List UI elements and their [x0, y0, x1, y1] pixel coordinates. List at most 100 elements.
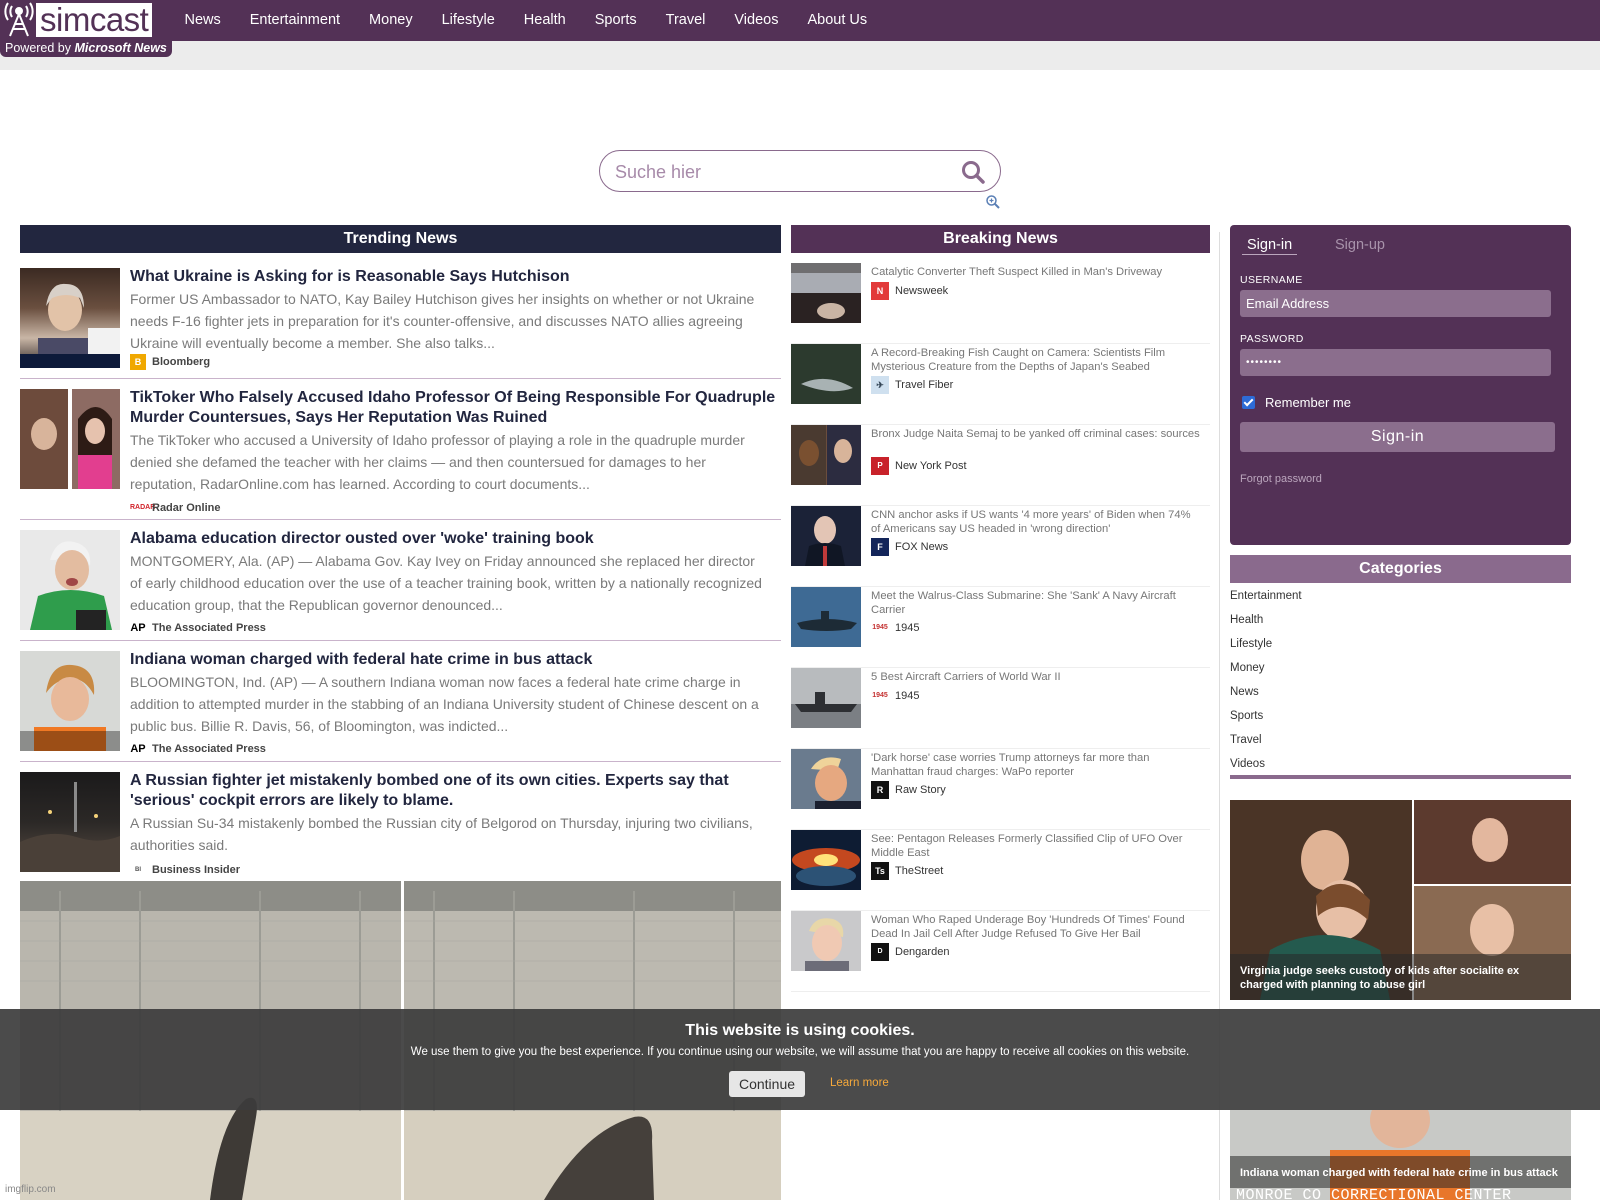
breaking-source: D Dengarden [871, 943, 949, 961]
search-input[interactable] [615, 159, 935, 185]
breaking-title[interactable]: Catalytic Converter Theft Suspect Killed… [871, 265, 1202, 279]
breaking-item[interactable]: 'Dark horse' case worries Trump attorney… [791, 749, 1210, 830]
trending-thumbnail[interactable] [20, 268, 120, 368]
tab-sign-up[interactable]: Sign-up [1330, 235, 1390, 255]
nav-health[interactable]: Health [509, 0, 580, 41]
nav-news[interactable]: News [170, 0, 235, 41]
breaking-item[interactable]: Bronx Judge Naita Semaj to be yanked off… [791, 425, 1210, 506]
trending-item[interactable]: A Russian fighter jet mistakenly bombed … [20, 772, 781, 880]
breaking-item[interactable]: Catalytic Converter Theft Suspect Killed… [791, 263, 1210, 344]
password-label: PASSWORD [1240, 333, 1304, 345]
category-health[interactable]: Health [1230, 608, 1571, 632]
top-navbar: simcast News Entertainment Money Lifesty… [0, 0, 1600, 41]
trending-title[interactable]: A Russian fighter jet mistakenly bombed … [130, 771, 781, 811]
trending-description: MONTGOMERY, Ala. (AP) — Alabama Gov. Kay… [130, 553, 762, 613]
trending-source-name: Radar Online [152, 502, 221, 514]
breaking-thumbnail[interactable] [791, 749, 861, 809]
sidebar-promo[interactable]: Indiana woman charged with federal hate … [1230, 1110, 1571, 1200]
simcast-logo[interactable]: simcast [4, 2, 153, 38]
trending-title[interactable]: What Ukraine is Asking for is Reasonable… [130, 267, 781, 287]
trending-source-name: The Associated Press [152, 622, 266, 634]
breaking-item[interactable]: See: Pentagon Releases Formerly Classifi… [791, 830, 1210, 911]
trending-thumbnail[interactable] [20, 651, 120, 751]
promo-caption[interactable]: Virginia judge seeks custody of kids aft… [1230, 954, 1571, 1000]
remember-me[interactable]: Remember me [1242, 395, 1351, 410]
category-videos[interactable]: Videos [1230, 752, 1571, 776]
category-sports[interactable]: Sports [1230, 704, 1571, 728]
trending-thumbnail[interactable] [20, 389, 120, 489]
trending-source-name: The Associated Press [152, 743, 266, 755]
breaking-source-name: 1945 [895, 690, 920, 702]
breaking-title[interactable]: 'Dark horse' case worries Trump attorney… [871, 751, 1202, 779]
search-icon[interactable] [960, 159, 986, 185]
brand-name: simcast [36, 3, 153, 37]
powered-prefix: Powered by [5, 41, 72, 55]
breaking-title[interactable]: Bronx Judge Naita Semaj to be yanked off… [871, 427, 1202, 441]
trending-source-name: Bloomberg [152, 356, 211, 368]
nav-entertainment[interactable]: Entertainment [235, 0, 354, 41]
sign-in-button[interactable]: Sign-in [1240, 422, 1555, 452]
trending-source: AP The Associated Press [130, 620, 266, 636]
trending-item[interactable]: Alabama education director ousted over '… [20, 530, 781, 641]
password-field[interactable]: •••••••• [1240, 349, 1551, 376]
trending-item[interactable]: What Ukraine is Asking for is Reasonable… [20, 268, 781, 379]
breaking-item[interactable]: 5 Best Aircraft Carriers of World War II… [791, 668, 1210, 749]
breaking-thumbnail[interactable] [791, 587, 861, 647]
trending-thumbnail[interactable] [20, 772, 120, 872]
trending-title[interactable]: TikToker Who Falsely Accused Idaho Profe… [130, 388, 781, 428]
powered-by-badge: Powered by Microsoft News [0, 39, 172, 57]
breaking-title[interactable]: A Record-Breaking Fish Caught on Camera:… [871, 346, 1202, 374]
breaking-item[interactable]: Woman Who Raped Underage Boy 'Hundreds O… [791, 911, 1210, 992]
breaking-thumbnail[interactable] [791, 344, 861, 404]
cookie-continue-button[interactable]: Continue [729, 1071, 805, 1097]
nav-videos[interactable]: Videos [720, 0, 793, 41]
nav-lifestyle[interactable]: Lifestyle [427, 0, 509, 41]
nav-about-us[interactable]: About Us [793, 0, 882, 41]
cookie-title: This website is using cookies. [685, 1022, 915, 1039]
trending-thumbnail[interactable] [20, 530, 120, 630]
trending-source: BI Business Insider [130, 862, 240, 878]
promo-caption[interactable]: Indiana woman charged with federal hate … [1230, 1156, 1571, 1188]
breaking-item[interactable]: Meet the Walrus-Class Submarine: She 'Sa… [791, 587, 1210, 668]
cookie-learn-more-link[interactable]: Learn more [830, 1077, 889, 1089]
promo-overlay-text: MONROE CO CORRECTIONAL CENTER [1236, 1187, 1512, 1200]
breaking-item[interactable]: CNN anchor asks if US wants '4 more year… [791, 506, 1210, 587]
trending-title[interactable]: Alabama education director ousted over '… [130, 529, 781, 549]
breaking-item[interactable]: A Record-Breaking Fish Caught on Camera:… [791, 344, 1210, 425]
breaking-thumbnail[interactable] [791, 911, 861, 971]
nav-travel[interactable]: Travel [651, 0, 720, 41]
breaking-thumbnail[interactable] [791, 425, 861, 485]
category-news[interactable]: News [1230, 680, 1571, 704]
breaking-title[interactable]: Woman Who Raped Underage Boy 'Hundreds O… [871, 913, 1202, 941]
bloomberg-logo: B [130, 354, 146, 370]
tab-sign-in[interactable]: Sign-in [1242, 235, 1298, 255]
trending-title[interactable]: Indiana woman charged with federal hate … [130, 650, 781, 670]
breaking-thumbnail[interactable] [791, 830, 861, 890]
breaking-thumbnail[interactable] [791, 263, 861, 323]
radar-online-logo: RADAR [130, 504, 156, 511]
nav-money[interactable]: Money [355, 0, 428, 41]
breaking-title[interactable]: See: Pentagon Releases Formerly Classifi… [871, 832, 1202, 860]
breaking-title[interactable]: 5 Best Aircraft Carriers of World War II [871, 670, 1202, 684]
forgot-password-link[interactable]: Forgot password [1240, 473, 1322, 485]
breaking-title[interactable]: Meet the Walrus-Class Submarine: She 'Sa… [871, 589, 1202, 617]
breaking-thumbnail[interactable] [791, 506, 861, 566]
email-field[interactable]: Email Address [1240, 290, 1551, 317]
sub-bar [0, 41, 1600, 70]
category-money[interactable]: Money [1230, 656, 1571, 680]
breaking-source: ✈ Travel Fiber [871, 376, 953, 394]
category-travel[interactable]: Travel [1230, 728, 1571, 752]
thestreet-logo: Ts [871, 862, 889, 880]
breaking-source-name: New York Post [895, 460, 967, 472]
category-lifestyle[interactable]: Lifestyle [1230, 632, 1571, 656]
zoom-in-icon[interactable] [985, 194, 1001, 210]
trending-item[interactable]: TikToker Who Falsely Accused Idaho Profe… [20, 389, 781, 520]
category-entertainment[interactable]: Entertainment [1230, 584, 1571, 608]
nav-sports[interactable]: Sports [580, 0, 651, 41]
remember-me-checkbox[interactable] [1242, 396, 1255, 409]
breaking-title[interactable]: CNN anchor asks if US wants '4 more year… [871, 508, 1202, 536]
breaking-thumbnail[interactable] [791, 668, 861, 728]
trending-item[interactable]: Indiana woman charged with federal hate … [20, 651, 781, 762]
signin-panel: Sign-in Sign-up USERNAME Email Address P… [1230, 225, 1571, 545]
sidebar-promo[interactable]: Virginia judge seeks custody of kids aft… [1230, 800, 1571, 1000]
